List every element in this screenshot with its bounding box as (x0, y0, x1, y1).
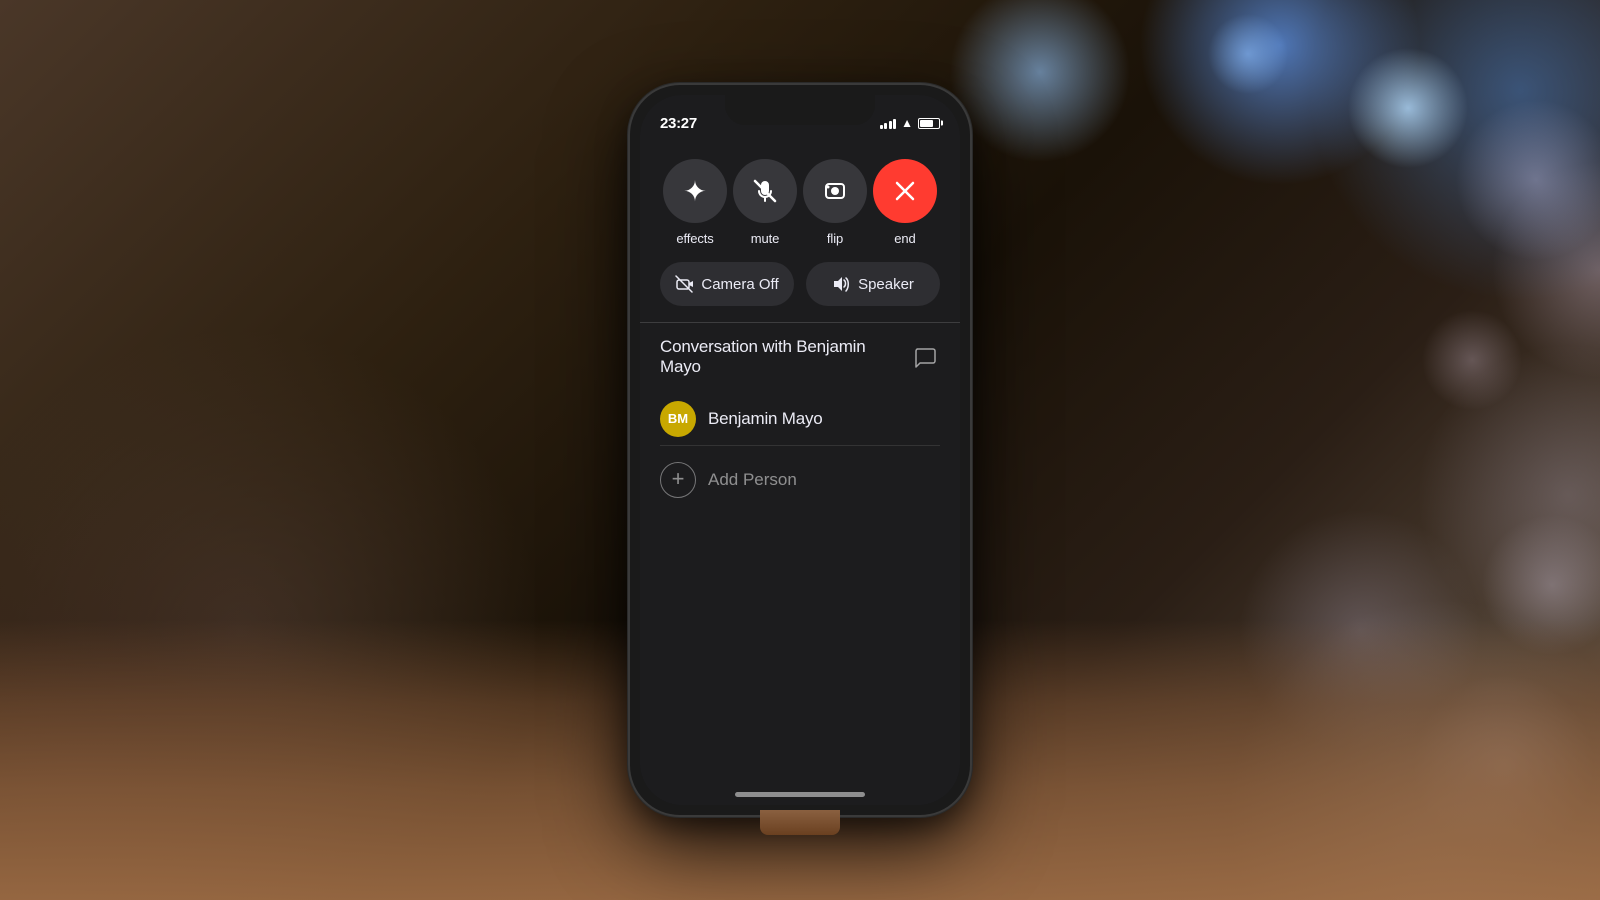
signal-icon (880, 117, 897, 129)
flip-label: flip (827, 231, 843, 246)
toggle-buttons-row: Camera Off Speaker (660, 262, 940, 306)
mute-icon-circle (733, 159, 797, 223)
camera-off-icon (675, 275, 693, 293)
effects-icon: ✦ (683, 175, 706, 208)
effects-label: effects (676, 231, 713, 246)
add-person-icon: + (660, 462, 696, 498)
end-icon (891, 177, 919, 205)
contact-row: BM Benjamin Mayo (660, 393, 940, 446)
effects-icon-circle: ✦ (663, 159, 727, 223)
flip-button[interactable]: flip (803, 159, 867, 246)
phone-base (760, 810, 840, 835)
effects-button[interactable]: ✦ effects (663, 159, 727, 246)
call-controls: ✦ effects (640, 139, 960, 322)
status-time: 23:27 (660, 115, 697, 132)
control-buttons-row: ✦ effects (660, 159, 940, 246)
notch (725, 95, 875, 125)
add-person-label: Add Person (708, 470, 797, 490)
end-icon-circle (873, 159, 937, 223)
speaker-icon (832, 275, 850, 293)
camera-off-label: Camera Off (701, 276, 778, 293)
battery-icon (918, 118, 940, 129)
contact-name: Benjamin Mayo (708, 409, 823, 429)
mute-label: mute (751, 231, 780, 246)
contact-avatar: BM (660, 401, 696, 437)
end-call-button[interactable]: end (873, 159, 937, 246)
add-person-button[interactable]: + Add Person (660, 454, 940, 506)
status-icons: ▲ (880, 116, 940, 130)
mute-button[interactable]: mute (733, 159, 797, 246)
message-bubble-icon[interactable] (910, 342, 940, 372)
end-label: end (894, 231, 915, 246)
camera-off-button[interactable]: Camera Off (660, 262, 794, 306)
call-screen: ✦ effects (640, 139, 960, 805)
phone-screen: 23:27 ▲ (640, 95, 960, 805)
conversation-header: Conversation with Benjamin Mayo (660, 337, 940, 377)
conversation-title: Conversation with Benjamin Mayo (660, 337, 910, 377)
phone-device: 23:27 ▲ (630, 85, 970, 815)
speaker-label: Speaker (858, 276, 914, 293)
wifi-icon: ▲ (901, 116, 913, 130)
phone-body: 23:27 ▲ (630, 85, 970, 815)
conversation-section: Conversation with Benjamin Mayo BM Benja… (640, 323, 960, 520)
home-indicator (735, 792, 865, 797)
contact-initials: BM (668, 411, 688, 426)
flip-icon-circle (803, 159, 867, 223)
mute-icon (751, 177, 779, 205)
flip-icon (821, 177, 849, 205)
speaker-button[interactable]: Speaker (806, 262, 940, 306)
